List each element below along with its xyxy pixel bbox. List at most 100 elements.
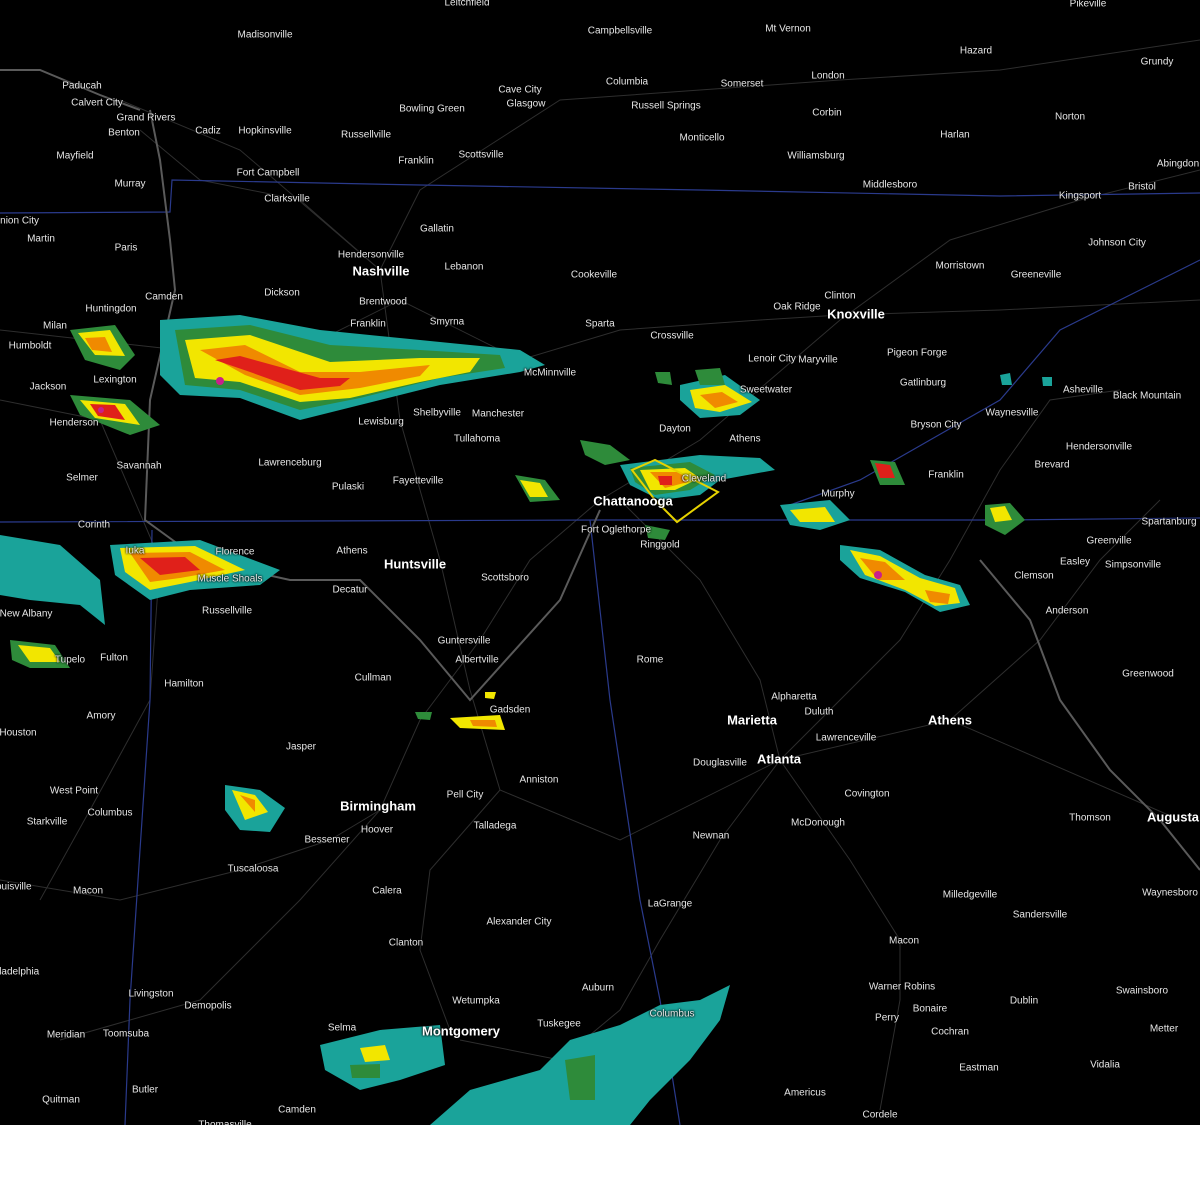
city-label: Birmingham: [340, 798, 416, 814]
city-label: New Albany: [0, 608, 53, 620]
city-label: Alpharetta: [771, 691, 817, 703]
city-label: Metter: [1149, 1023, 1179, 1035]
city-label: Maryville: [798, 354, 838, 366]
radar-map[interactable]: Paducah Calvert City Grand Rivers Benton Cad…: [0, 0, 1200, 1125]
city-label: Perry: [875, 1012, 899, 1024]
city-label: Sandersville: [1012, 909, 1068, 921]
city-label: Quitman: [42, 1094, 80, 1106]
city-label: Columbia: [605, 76, 649, 88]
city-label: Benton: [108, 127, 140, 139]
city-label: Lawrenceville: [815, 732, 877, 744]
city-label: Murphy: [821, 488, 855, 500]
city-label: Tuscaloosa: [227, 863, 279, 875]
city-label: Fayetteville: [392, 475, 444, 487]
city-label: Jasper: [285, 741, 317, 753]
city-label: Madisonville: [237, 29, 293, 41]
city-label: Hazard: [959, 45, 993, 57]
city-label: Calera: [372, 885, 402, 897]
city-label: Union City: [0, 215, 40, 227]
city-label: Cochran: [931, 1026, 969, 1038]
city-label: Starkville: [26, 816, 68, 828]
city-label: Huntingdon: [85, 303, 137, 315]
city-label: Shelbyville: [413, 407, 461, 419]
city-label: Somerset: [720, 78, 764, 90]
city-label: Black Mountain: [1112, 390, 1182, 402]
city-label: Hopkinsville: [238, 125, 292, 137]
city-label: Humboldt: [8, 340, 52, 352]
city-label: Athens: [729, 433, 761, 445]
city-label: Toomsuba: [102, 1028, 150, 1040]
city-label: Scottsville: [458, 149, 504, 161]
city-label: Dickson: [264, 287, 300, 299]
city-label: Milledgeville: [942, 889, 998, 901]
city-label: Hoover: [360, 824, 394, 836]
city-label: Hendersonville: [1065, 441, 1133, 453]
city-label: Ringgold: [640, 539, 680, 551]
city-label: Russellville: [201, 605, 253, 617]
city-label: Butler: [131, 1084, 159, 1096]
city-label: West Point: [49, 785, 99, 797]
city-label: Milan: [43, 320, 67, 332]
city-label: Smyrna: [429, 316, 465, 328]
city-label: Cordele: [862, 1109, 898, 1121]
city-label: Anniston: [519, 774, 559, 786]
city-label: Cookeville: [570, 269, 618, 281]
city-label: Augusta: [1147, 809, 1199, 825]
city-label: Marietta: [727, 712, 777, 728]
city-label: Cadiz: [195, 125, 221, 137]
city-label: Easley: [1059, 556, 1091, 568]
city-label: Monticello: [679, 132, 725, 144]
city-label: Gallatin: [420, 223, 454, 235]
city-label: Alexander City: [486, 916, 552, 928]
city-label: Savannah: [116, 460, 162, 472]
map-graphics: [0, 39, 1200, 1125]
city-label: Clarksville: [264, 193, 310, 205]
city-label: Pikeville: [1069, 0, 1107, 10]
city-label: Philadelphia: [0, 966, 40, 978]
city-label: Lenoir City: [748, 353, 796, 365]
city-label: Lawrenceburg: [258, 457, 322, 469]
city-label: Pell City: [446, 789, 484, 801]
city-label: Scottsboro: [481, 572, 529, 584]
city-label: Montgomery: [422, 1023, 500, 1039]
city-label: Bessemer: [304, 834, 350, 846]
city-label: Houston: [0, 727, 37, 739]
city-label: Rome: [636, 654, 664, 666]
city-label: LaGrange: [647, 898, 693, 910]
city-label: Simpsonville: [1104, 559, 1162, 571]
city-label: Hendersonville: [337, 249, 405, 261]
city-label: Bowling Green: [399, 103, 465, 115]
city-label: Jackson: [29, 381, 67, 393]
city-label: Cleveland: [681, 473, 727, 485]
city-label: Pulaski: [331, 481, 365, 493]
city-label: Selma: [327, 1022, 357, 1034]
city-label: Morristown: [935, 260, 985, 272]
city-label: Camden: [278, 1104, 316, 1116]
city-label: Louisville: [0, 881, 32, 893]
city-label: Albertville: [455, 654, 499, 666]
city-label: Lexington: [93, 374, 137, 386]
city-label: Tupelo: [54, 654, 86, 666]
city-label: Wetumpka: [452, 995, 500, 1007]
storm-cell-tuscaloosa-area: [225, 785, 285, 832]
city-label: Amory: [86, 710, 116, 722]
city-label: Sweetwater: [739, 384, 793, 396]
city-label: Talladega: [473, 820, 517, 832]
city-label: Paducah: [62, 80, 102, 92]
city-label: Athens: [336, 545, 368, 557]
city-label: Columbus: [87, 807, 133, 819]
rain-shield-south: [320, 985, 730, 1125]
city-label: Franklin: [398, 155, 434, 167]
city-label: Bristol: [1128, 181, 1156, 193]
city-label: Decatur: [332, 584, 368, 596]
city-label: Sparta: [585, 318, 615, 330]
city-label: Knoxville: [827, 306, 885, 322]
city-label: Huntsville: [383, 556, 447, 572]
city-label: Middlesboro: [862, 179, 918, 191]
city-label: Swainsboro: [1115, 985, 1169, 997]
city-label: Iuka: [125, 545, 145, 557]
city-label: Russell Springs: [631, 100, 701, 112]
city-label: Eastman: [959, 1062, 999, 1074]
city-label: Greenwood: [1122, 668, 1174, 680]
city-label: Anderson: [1045, 605, 1089, 617]
